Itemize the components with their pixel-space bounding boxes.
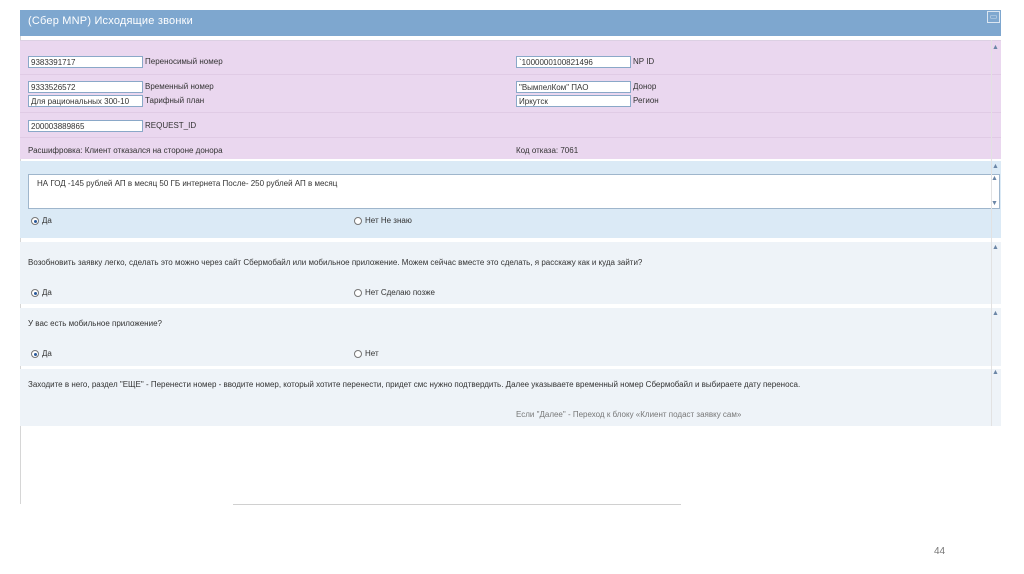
app-yes-radio[interactable]	[31, 350, 39, 358]
offer-panel: ▲ НА ГОД -145 рублей АП в месяц 50 ГБ ин…	[20, 161, 1001, 238]
scroll-up-icon[interactable]: ▲	[992, 244, 999, 251]
restore-window-button[interactable]: ▭	[987, 11, 1000, 23]
tariff-field[interactable]: Для рациональных 300-10	[28, 95, 143, 107]
page-number: 44	[934, 546, 946, 557]
offer-yes-label: Да	[42, 216, 52, 225]
scroll-up-icon[interactable]: ▲	[992, 310, 999, 317]
scroll-up-icon[interactable]: ▲	[992, 163, 999, 170]
subscriber-info-panel: 9383391717 Переносимый номер `1000000100…	[20, 40, 1001, 159]
request-id-label: REQUEST_ID	[145, 121, 197, 130]
np-id-field[interactable]: `1000000100821496	[516, 56, 631, 68]
donor-label: Донор	[633, 82, 657, 91]
renew-yes-radio[interactable]	[31, 289, 39, 297]
question-app-panel: ▲ У вас есть мобильное приложение? Да Не…	[20, 308, 1001, 366]
renew-no-radio[interactable]	[354, 289, 362, 297]
region-field[interactable]: Иркутск	[516, 95, 631, 107]
reject-code-text: Код отказа: 7061	[516, 146, 579, 155]
request-id-field[interactable]: 200003889865	[28, 120, 143, 132]
divider	[20, 112, 1001, 113]
region-label: Регион	[633, 96, 659, 105]
tariff-label: Тарифный план	[145, 96, 205, 105]
scroll-up-icon[interactable]: ▲	[992, 44, 999, 51]
instructions-text: Заходите в него, раздел "ЕЩЕ" - Перенест…	[28, 380, 801, 389]
scrollbar-track[interactable]	[991, 40, 992, 426]
divider	[20, 74, 1001, 75]
decoding-text: Расшифровка: Клиент отказался на стороне…	[28, 146, 223, 155]
next-step-hint: Если "Далее" - Переход к блоку «Клиент п…	[516, 410, 742, 419]
divider	[20, 137, 1001, 138]
app-no-label: Нет	[365, 349, 379, 358]
offer-text: НА ГОД -145 рублей АП в месяц 50 ГБ инте…	[37, 179, 338, 188]
donor-field[interactable]: "ВымпелКом" ПАО	[516, 81, 631, 93]
textarea-scroll-up-icon[interactable]: ▲	[991, 175, 998, 182]
temp-number-field[interactable]: 9333526572	[28, 81, 143, 93]
title-bar: (Сбер MNP) Исходящие звонки	[20, 10, 1001, 36]
offer-textarea[interactable]: НА ГОД -145 рублей АП в месяц 50 ГБ инте…	[28, 174, 1000, 209]
ported-number-label: Переносимый номер	[145, 57, 223, 66]
offer-yes-radio[interactable]	[31, 217, 39, 225]
textarea-scroll-down-icon[interactable]: ▼	[991, 200, 998, 207]
scroll-up-icon[interactable]: ▲	[992, 369, 999, 376]
window-title: (Сбер MNP) Исходящие звонки	[28, 15, 193, 27]
temp-number-label: Временный номер	[145, 82, 214, 91]
np-id-label: NP ID	[633, 57, 655, 66]
question-app-text: У вас есть мобильное приложение?	[28, 319, 162, 328]
offer-no-radio[interactable]	[354, 217, 362, 225]
question-renew-panel: ▲ Возобновить заявку легко, сделать это …	[20, 242, 1001, 304]
question-renew-text: Возобновить заявку легко, сделать это мо…	[28, 258, 643, 267]
app-yes-label: Да	[42, 349, 52, 358]
renew-no-label: Нет Сделаю позже	[365, 288, 435, 297]
instructions-panel: ▲ Заходите в него, раздел "ЕЩЕ" - Перене…	[20, 369, 1001, 426]
offer-no-label: Нет Не знаю	[365, 216, 412, 225]
app-no-radio[interactable]	[354, 350, 362, 358]
ported-number-field[interactable]: 9383391717	[28, 56, 143, 68]
divider	[233, 504, 681, 505]
renew-yes-label: Да	[42, 288, 52, 297]
